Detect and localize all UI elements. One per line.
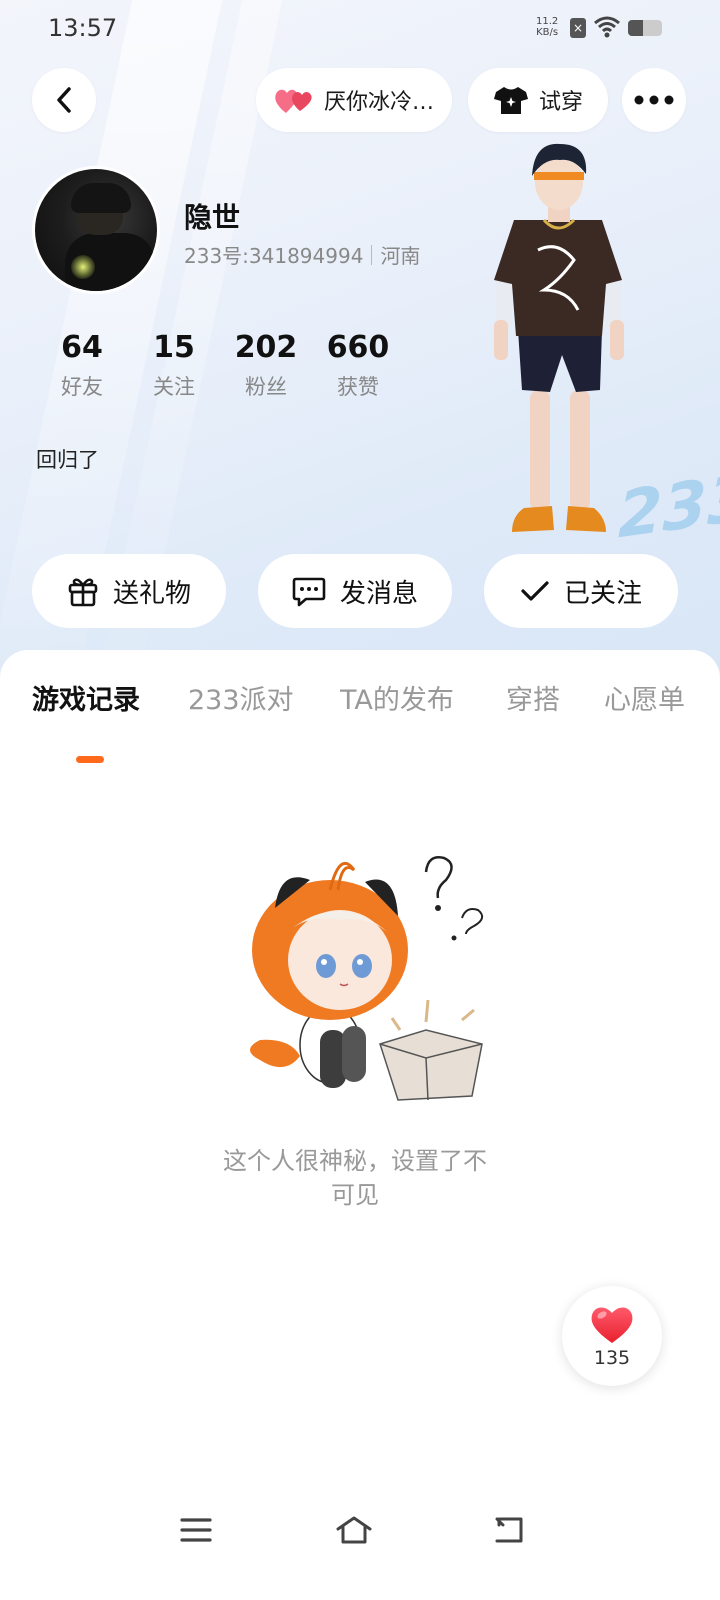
stat-label: 获赞 [337,375,379,399]
like-button[interactable]: 135 [562,1286,662,1386]
like-count: 135 [593,1347,631,1369]
following-button[interactable]: 已关注 [484,554,678,628]
profile-song-button[interactable]: 厌你冰冷… [256,68,452,132]
check-icon [520,579,550,603]
status-bar: 13:57 11.2 KB/s × [0,0,720,56]
stat-fans[interactable]: 202 粉丝 [220,330,312,401]
empty-state-illustration [250,856,484,1101]
tab-outfits[interactable]: 穿搭 [506,678,560,717]
send-message-button[interactable]: 发消息 [258,554,452,628]
profile-stats: 64 好友 15 关注 202 粉丝 660 获赞 [36,330,404,401]
return-icon [495,1517,523,1543]
network-speed: 11.2 KB/s [536,16,559,38]
tab-wishlist[interactable]: 心愿单 [604,678,685,717]
nav-back-button[interactable] [488,1508,532,1552]
stat-value: 660 [326,330,390,365]
send-gift-button[interactable]: 送礼物 [32,554,226,628]
song-label: 厌你冰冷… [323,90,434,115]
gift-icon [67,575,99,607]
profile-tabs: 游戏记录 233派对 TA的发布 穿搭 心愿单 [0,678,720,763]
stat-likes[interactable]: 660 获赞 [312,330,404,401]
home-button[interactable] [332,1508,376,1552]
try-on-label: 试穿 [538,90,583,115]
try-on-button[interactable]: 试穿 [468,68,608,132]
divider [371,244,373,265]
tab-posts[interactable]: TA的发布 [340,678,454,717]
stat-label: 粉丝 [245,375,287,399]
back-button[interactable] [32,68,96,132]
stat-value: 202 [234,330,298,365]
chevron-left-icon [57,87,71,113]
region: 河南 [380,244,421,268]
chat-bubble-icon [292,575,326,607]
content-panel: 游戏记录 233派对 TA的发布 穿搭 心愿单 这个人很神秘，设置了不 可见 [0,650,720,1600]
stat-label: 好友 [61,375,103,399]
send-gift-label: 送礼物 [112,578,191,609]
wifi-icon [594,16,620,38]
stat-value: 15 [153,330,195,365]
stat-following[interactable]: 15 关注 [128,330,220,401]
tab-233-party[interactable]: 233派对 [188,678,294,717]
empty-state-text: 这个人很神秘，设置了不 可见 [223,1147,487,1209]
active-tab-indicator [76,756,104,763]
system-navigation-bar [0,1490,720,1570]
stat-label: 关注 [153,375,195,399]
bio: 回归了 [36,448,99,472]
stat-value: 64 [61,330,103,365]
stat-friends[interactable]: 64 好友 [36,330,128,401]
avatar[interactable] [32,166,160,294]
user-id: 233号:341894994 [184,244,364,268]
avatar-character-figure[interactable] [478,140,638,550]
send-message-label: 发消息 [339,578,418,609]
username: 隐世 [184,201,241,234]
heart-icon [591,1307,633,1343]
user-id-row: 233号:341894994 河南 [184,240,420,269]
menu-icon [180,1518,212,1542]
tab-game-records[interactable]: 游戏记录 [32,678,140,717]
status-time: 13:57 [48,14,118,42]
menu-button[interactable] [174,1508,218,1552]
more-button[interactable] [622,68,686,132]
hearts-icon [274,85,314,115]
home-icon [336,1516,372,1544]
following-label: 已关注 [563,578,642,609]
more-dots-icon [634,95,674,105]
battery-icon [628,20,662,36]
tshirt-icon [493,85,529,115]
sim-off-icon: × [570,18,586,38]
